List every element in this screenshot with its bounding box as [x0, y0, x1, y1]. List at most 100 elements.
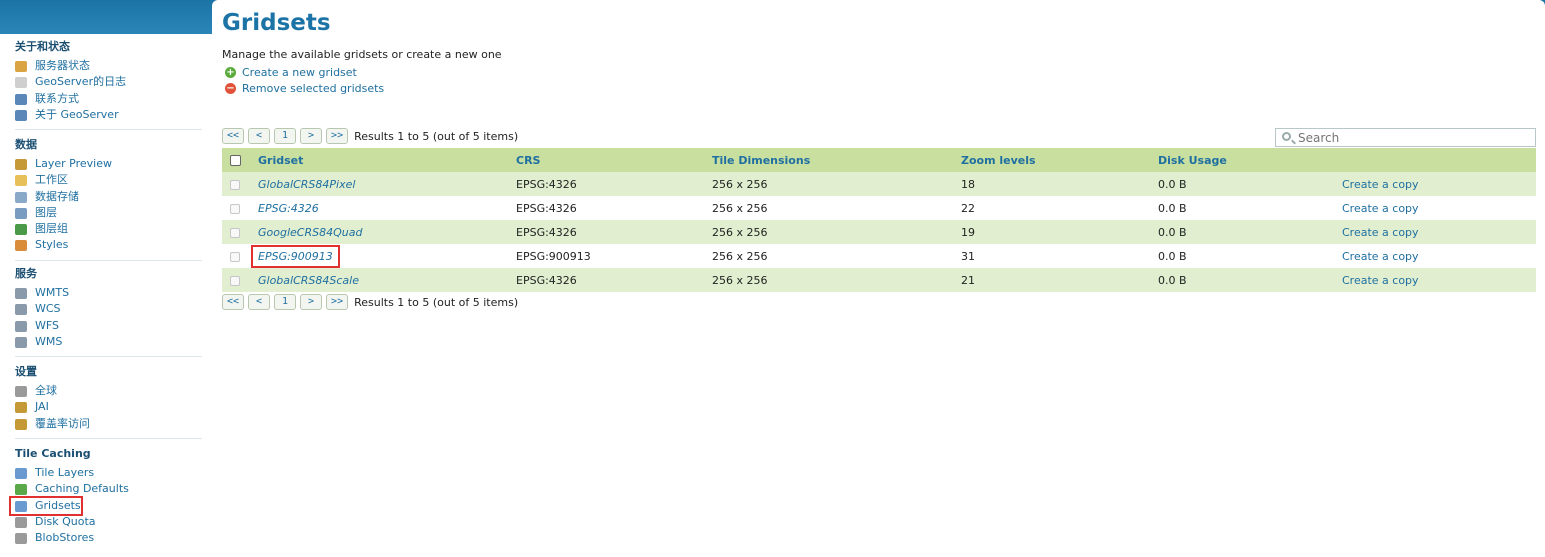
col-gridset[interactable]: Gridset [258, 148, 516, 172]
sidebar-item-coverage-access[interactable]: 覆盖率访问 [15, 416, 202, 432]
crs-cell: EPSG:4326 [516, 220, 712, 244]
pager-first-button[interactable]: << [222, 294, 245, 310]
sidebar-nav: 关于和状态 服务器状态 GeoServer的日志 联系方式 关于 GeoServer 数据… [0, 34, 212, 557]
sidebar-item-layer[interactable]: 图层 [15, 205, 202, 221]
pager-page-button[interactable]: 1 [274, 128, 297, 144]
sidebar-item-label: Gridsets [35, 498, 81, 512]
pager-last-button[interactable]: >> [326, 128, 349, 144]
gridset-link[interactable]: GoogleCRS84Quad [258, 226, 362, 239]
sidebar-item-label: 关于 GeoServer [35, 107, 119, 121]
create-copy-link[interactable]: Create a copy [1342, 178, 1419, 191]
sidebar-item-caching-defaults[interactable]: Caching Defaults [15, 481, 202, 497]
pager-next-button[interactable]: > [300, 294, 323, 310]
row-checkbox[interactable] [230, 179, 240, 190]
sidebar-item-jai[interactable]: JAI [15, 399, 202, 415]
tile-dimensions-cell: 256 x 256 [712, 244, 961, 268]
sidebar-item-wmts[interactable]: WMTS [15, 285, 202, 301]
coverage-access-icon [15, 418, 27, 430]
create-copy-link[interactable]: Create a copy [1342, 274, 1419, 287]
pager-bottom: << < 1 > >> Results 1 to 5 (out of 5 ite… [222, 294, 518, 310]
sidebar-section-title: Tile Caching [15, 447, 91, 460]
sidebar-item-workspace[interactable]: 工作区 [15, 172, 202, 188]
select-all-checkbox[interactable] [230, 155, 241, 166]
row-checkbox[interactable] [230, 227, 240, 238]
layer-group-icon [15, 224, 27, 236]
sidebar-item-log[interactable]: GeoServer的日志 [15, 74, 202, 90]
sidebar-item-disk-quota[interactable]: Disk Quota [15, 514, 202, 530]
sidebar-item-label: WFS [35, 318, 59, 332]
col-crs[interactable]: CRS [516, 148, 712, 172]
pager-last-button[interactable]: >> [326, 294, 349, 310]
gridset-link[interactable]: GlobalCRS84Scale [258, 274, 359, 287]
sidebar-item-wms[interactable]: WMS [15, 334, 202, 350]
sidebar-item-label: WCS [35, 302, 61, 316]
search-input[interactable] [1298, 130, 1528, 145]
sidebar-item-label: 工作区 [35, 173, 68, 187]
sidebar-item-label: Layer Preview [35, 157, 112, 170]
sidebar-item-wfs[interactable]: WFS [15, 318, 202, 334]
pager-page-button[interactable]: 1 [274, 294, 297, 310]
caching-defaults-icon [15, 484, 27, 496]
sidebar-item-label: 全球 [35, 384, 57, 397]
create-gridset-label: Create a new gridset [242, 66, 357, 79]
row-checkbox[interactable] [230, 275, 240, 286]
sidebar-item-layer-preview[interactable]: Layer Preview [15, 156, 202, 172]
tile-layers-icon [15, 468, 27, 479]
about-icon [15, 109, 27, 121]
select-all-cell [222, 148, 258, 172]
crs-cell: EPSG:4326 [516, 172, 712, 196]
row-select-cell [222, 172, 258, 196]
sidebar-item-wcs[interactable]: WCS [15, 301, 202, 317]
sidebar-item-about[interactable]: 关于 GeoServer [15, 107, 202, 123]
col-actions [1342, 148, 1536, 172]
sidebar-item-label: 覆盖率访问 [35, 416, 90, 430]
col-zoom-levels[interactable]: Zoom levels [961, 148, 1158, 172]
page-description: Manage the available gridsets or create … [222, 48, 502, 61]
sidebar-item-gridsets[interactable]: Gridsets [9, 495, 83, 516]
pager-results-text: Results 1 to 5 (out of 5 items) [354, 129, 519, 143]
remove-gridsets-link[interactable]: − Remove selected gridsets [222, 82, 384, 96]
sidebar-item-label: 数据存储 [35, 189, 79, 203]
log-icon [15, 77, 27, 89]
col-disk-usage[interactable]: Disk Usage [1158, 148, 1342, 172]
create-gridset-link[interactable]: + Create a new gridset [222, 66, 357, 80]
sidebar-item-styles[interactable]: Styles [15, 237, 202, 253]
pager-prev-button[interactable]: < [248, 128, 271, 144]
wmts-icon [15, 288, 27, 299]
sidebar-item-global-settings[interactable]: 全球 [15, 383, 202, 399]
sidebar-section: Tile Caching Tile Layers Caching Defaults G… [9, 447, 202, 546]
row-checkbox[interactable] [230, 203, 240, 214]
zoom-levels-cell: 22 [961, 196, 1158, 220]
sidebar-item-label: WMS [35, 334, 63, 348]
create-copy-link[interactable]: Create a copy [1342, 250, 1419, 263]
disk-quota-icon [15, 516, 27, 528]
col-tile-dimensions[interactable]: Tile Dimensions [712, 148, 961, 172]
create-copy-link[interactable]: Create a copy [1342, 202, 1419, 215]
sidebar-item-server-status[interactable]: 服务器状态 [15, 58, 202, 74]
gridset-cell: GlobalCRS84Pixel [258, 172, 516, 196]
gridset-cell: EPSG:900913 [251, 244, 516, 268]
sidebar-item-blobstores[interactable]: BlobStores [15, 530, 202, 546]
gridset-link[interactable]: EPSG:900913 [251, 244, 340, 268]
table-header-row: Gridset CRS Tile Dimensions Zoom levels … [222, 148, 1536, 172]
sidebar-item-label: Caching Defaults [35, 482, 129, 496]
crs-cell: EPSG:900913 [516, 244, 712, 268]
row-select-cell [222, 220, 258, 244]
store-icon [15, 191, 27, 203]
pager-prev-button[interactable]: < [248, 294, 271, 310]
sidebar-item-layer-group[interactable]: 图层组 [15, 221, 202, 237]
gridset-link[interactable]: EPSG:4326 [258, 202, 319, 215]
wms-icon [15, 336, 27, 348]
pager-first-button[interactable]: << [222, 128, 245, 144]
sidebar-item-tile-layers[interactable]: Tile Layers [15, 465, 202, 481]
create-copy-link[interactable]: Create a copy [1342, 226, 1419, 239]
row-checkbox[interactable] [230, 251, 240, 262]
search-box[interactable] [1275, 128, 1536, 147]
sidebar-section-title: 服务 [15, 267, 37, 280]
pager-next-button[interactable]: > [300, 128, 323, 144]
sidebar-item-label: 联系方式 [35, 91, 79, 105]
sidebar-item-label: GeoServer的日志 [35, 75, 127, 89]
sidebar-item-contact[interactable]: 联系方式 [15, 91, 202, 107]
sidebar-item-store[interactable]: 数据存储 [15, 189, 202, 205]
gridset-link[interactable]: GlobalCRS84Pixel [258, 178, 355, 191]
